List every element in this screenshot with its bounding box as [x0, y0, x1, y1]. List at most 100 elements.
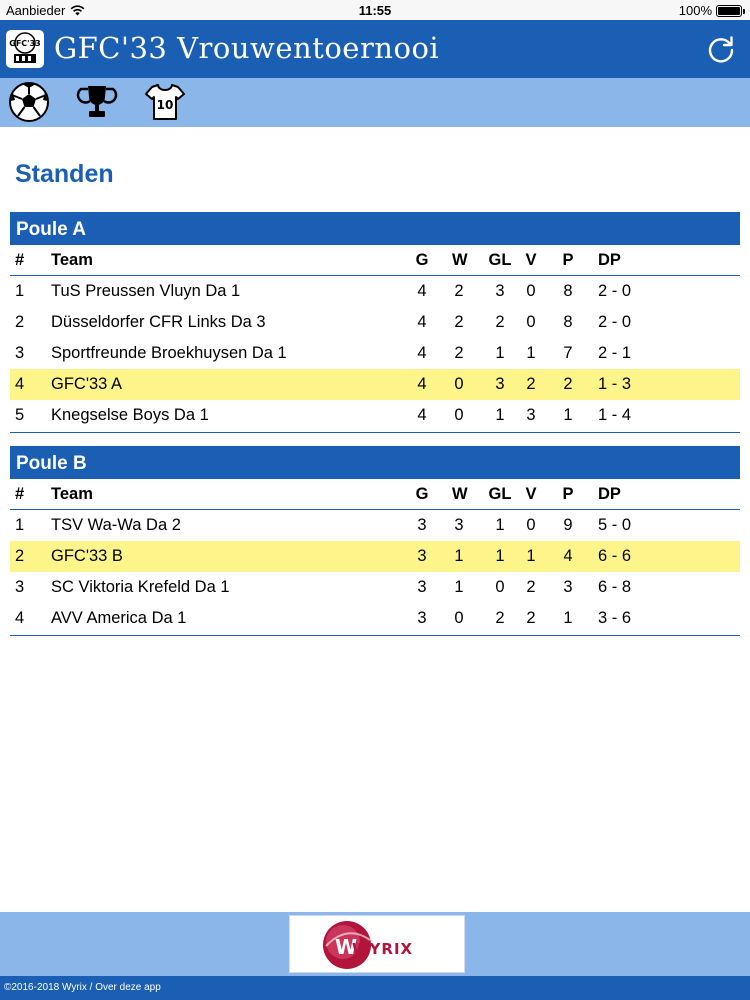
logo-text: GFC'33: [9, 39, 40, 48]
nav-toolbar: 10: [0, 78, 750, 127]
cell-team: AVV America Da 1: [51, 609, 187, 627]
cell-gl: 1: [495, 344, 505, 362]
cell-v: 0: [526, 282, 536, 300]
cell-v: 2: [526, 375, 536, 393]
cell-g: 3: [417, 609, 427, 627]
cell-v: 1: [526, 344, 536, 362]
table-row[interactable]: 3 Sportfreunde Broekhuysen Da 1 4 2 1 1 …: [10, 338, 740, 369]
cell-v: 2: [526, 609, 536, 627]
footer-bar: W WYRIX: [0, 912, 750, 976]
cell-gl: 1: [495, 547, 505, 565]
table-row[interactable]: 1 TuS Preussen Vluyn Da 1 4 2 3 0 8 2 - …: [10, 276, 740, 307]
col-w: W: [452, 485, 468, 503]
battery-percent: 100%: [678, 3, 712, 18]
cell-gl: 1: [495, 406, 505, 424]
table-divider: [10, 634, 740, 636]
refresh-icon[interactable]: [706, 34, 736, 64]
poule-b-header: Poule B: [10, 446, 740, 479]
cell-rank: 1: [15, 516, 25, 534]
cell-g: 3: [417, 578, 427, 596]
col-dp: DP: [598, 485, 621, 503]
cell-w: 2: [454, 313, 464, 331]
col-dp: DP: [598, 251, 621, 269]
cell-p: 3: [563, 578, 573, 596]
cell-w: 2: [454, 344, 464, 362]
jersey-number: 10: [157, 98, 174, 112]
cell-w: 1: [454, 578, 464, 596]
cell-g: 4: [417, 282, 427, 300]
app-header: GFC'33 GFC'33 Vrouwentoernooi: [0, 20, 750, 78]
page-title: Standen: [15, 160, 114, 188]
cell-w: 0: [454, 609, 464, 627]
table-row[interactable]: 1 TSV Wa-Wa Da 2 3 3 1 0 9 5 - 0: [10, 510, 740, 541]
cell-dp: 5 - 0: [598, 516, 632, 534]
cell-v: 3: [526, 406, 536, 424]
cell-team: Düsseldorfer CFR Links Da 3: [51, 313, 266, 331]
trophy-icon[interactable]: [76, 81, 118, 123]
app-screen: Aanbieder 11:55 100% GFC'33 GFC'33 Vrouw…: [0, 0, 750, 1000]
col-g: G: [415, 485, 429, 503]
cell-p: 2: [563, 375, 573, 393]
cell-rank: 4: [15, 375, 25, 393]
app-title: GFC'33 Vrouwentoernooi: [54, 31, 440, 65]
cell-dp: 1 - 4: [598, 406, 632, 424]
col-rank: #: [15, 485, 25, 503]
table-row[interactable]: 4 AVV America Da 1 3 0 2 2 1 3 - 6: [10, 603, 740, 634]
column-header-row: # Team G W GL V P DP: [10, 245, 740, 276]
col-p: P: [562, 251, 574, 269]
cell-gl: 1: [495, 516, 505, 534]
status-right: 100%: [678, 3, 745, 18]
wyrix-logo-icon: W WYRIX: [323, 921, 412, 969]
col-v: V: [525, 251, 537, 269]
table-row[interactable]: 2 Düsseldorfer CFR Links Da 3 4 2 2 0 8 …: [10, 307, 740, 338]
col-w: W: [452, 251, 468, 269]
cell-w: 0: [454, 375, 464, 393]
cell-team: SC Viktoria Krefeld Da 1: [51, 578, 230, 596]
table-row-highlighted[interactable]: 2 GFC'33 B 3 1 1 1 4 6 - 6: [10, 541, 740, 572]
table-row[interactable]: 3 SC Viktoria Krefeld Da 1 3 1 0 2 3 6 -…: [10, 572, 740, 603]
cell-dp: 6 - 8: [598, 578, 632, 596]
battery-level: [718, 6, 740, 15]
poule-a-table: Poule A # Team G W GL V P DP 1 TuS Preus…: [10, 212, 740, 433]
col-v: V: [525, 485, 537, 503]
col-g: G: [415, 251, 429, 269]
jersey-icon[interactable]: 10: [144, 81, 186, 123]
soccer-ball-icon[interactable]: [8, 81, 50, 123]
club-logo-icon: GFC'33: [9, 32, 41, 63]
cell-g: 3: [417, 547, 427, 565]
copyright-link[interactable]: ©2016-2018 Wyrix / Over deze app: [0, 976, 750, 1000]
cell-team: TSV Wa-Wa Da 2: [51, 516, 181, 534]
cell-g: 4: [417, 313, 427, 331]
cell-g: 4: [417, 375, 427, 393]
cell-team: TuS Preussen Vluyn Da 1: [51, 282, 241, 300]
cell-v: 0: [526, 313, 536, 331]
battery-icon: [716, 4, 745, 17]
cell-g: 4: [417, 406, 427, 424]
cell-dp: 1 - 3: [598, 375, 632, 393]
table-row-highlighted[interactable]: 4 GFC'33 A 4 0 3 2 2 1 - 3: [10, 369, 740, 400]
cell-rank: 3: [15, 578, 25, 596]
cell-rank: 2: [15, 547, 25, 565]
cell-rank: 5: [15, 406, 25, 424]
cell-dp: 2 - 0: [598, 313, 632, 331]
cell-w: 0: [454, 406, 464, 424]
cell-team: GFC'33 B: [51, 547, 123, 565]
col-gl: GL: [488, 251, 512, 269]
cell-rank: 1: [15, 282, 25, 300]
col-team: Team: [51, 485, 93, 503]
cell-g: 4: [417, 344, 427, 362]
cell-gl: 0: [495, 578, 505, 596]
cell-w: 1: [454, 547, 464, 565]
table-divider: [10, 431, 740, 433]
cell-team: GFC'33 A: [51, 375, 123, 393]
cell-gl: 3: [495, 375, 505, 393]
cell-p: 7: [563, 344, 573, 362]
sponsor-banner[interactable]: W WYRIX: [289, 915, 465, 973]
cell-team: Sportfreunde Broekhuysen Da 1: [51, 344, 287, 362]
cell-p: 8: [563, 282, 573, 300]
table-row[interactable]: 5 Knegselse Boys Da 1 4 0 1 3 1 1 - 4: [10, 400, 740, 431]
cell-p: 8: [563, 313, 573, 331]
cell-gl: 3: [495, 282, 505, 300]
col-team: Team: [51, 251, 93, 269]
cell-rank: 2: [15, 313, 25, 331]
